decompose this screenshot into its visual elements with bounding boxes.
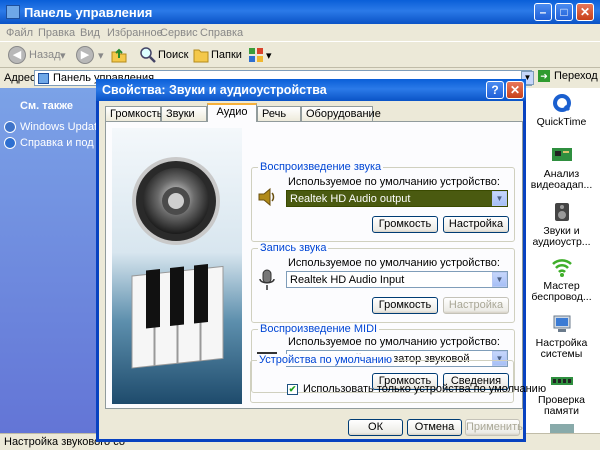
playback-settings-button[interactable]: Настройка bbox=[443, 216, 509, 233]
video-card-icon bbox=[551, 148, 572, 161]
recording-volume-button[interactable]: Громкость bbox=[372, 297, 438, 314]
toolbar: ◀ Назад ▾ ▶ ▾ Поиск Папки ▾ bbox=[0, 42, 600, 68]
dialog-title: Свойства: Звуки и аудиоустройства bbox=[102, 83, 327, 97]
chevron-down-icon[interactable]: ▼ bbox=[492, 272, 507, 287]
search-button[interactable]: Поиск bbox=[158, 49, 188, 61]
defaults-group-title: Устройства по умолчанию bbox=[257, 354, 395, 366]
quicktime-icon bbox=[552, 94, 571, 112]
go-label: Переход bbox=[554, 70, 598, 82]
help-support-link[interactable]: Справка и под bbox=[4, 137, 94, 149]
midi-group-title: Воспроизведение MIDI bbox=[258, 323, 380, 335]
apply-button[interactable]: Применить bbox=[465, 419, 523, 436]
menu-item-view[interactable]: Вид bbox=[80, 27, 100, 39]
wireless-wizard-label: Мастер беспровод... bbox=[531, 280, 592, 303]
minimize-button[interactable]: – bbox=[534, 3, 552, 21]
menu-item-edit[interactable]: Правка bbox=[38, 27, 75, 39]
cancel-button[interactable]: Отмена bbox=[407, 419, 462, 436]
search-icon[interactable] bbox=[139, 46, 157, 64]
use-defaults-label: Использовать только устройства по умолча… bbox=[303, 383, 547, 395]
windows-update-link[interactable]: Windows Updat bbox=[4, 121, 98, 133]
maximize-button[interactable]: □ bbox=[555, 3, 573, 21]
ok-button[interactable]: ОК bbox=[348, 419, 403, 436]
folders-icon[interactable] bbox=[192, 46, 210, 64]
go-button[interactable]: ➜ Переход bbox=[538, 70, 598, 82]
folders-button[interactable]: Папки bbox=[211, 49, 242, 61]
speaker-artwork-icon bbox=[131, 157, 224, 369]
recording-group: Запись звука Используемое по умолчанию у… bbox=[251, 242, 515, 323]
see-also-header: См. также bbox=[20, 100, 73, 112]
help-support-label: Справка и под bbox=[20, 137, 94, 149]
video-adapter-label: Анализ видеоадап... bbox=[530, 168, 593, 191]
recording-device-value: Realtek HD Audio Input bbox=[290, 274, 405, 286]
midi-default-label: Используемое по умолчанию устройство: bbox=[288, 336, 500, 348]
speaker-icon bbox=[554, 203, 569, 221]
chevron-down-icon[interactable]: ▼ bbox=[492, 191, 507, 206]
control-panel-titlebar[interactable]: Панель управления – □ ✕ bbox=[0, 0, 600, 24]
sound-properties-dialog: Свойства: Звуки и аудиоустройства ? ✕ Гр… bbox=[96, 79, 546, 442]
see-also-pane: См. также Windows Updat Справка и под bbox=[0, 88, 100, 433]
back-dropdown-icon[interactable]: ▾ bbox=[60, 49, 66, 62]
dialog-close-button[interactable]: ✕ bbox=[506, 81, 524, 99]
windows-update-label: Windows Updat bbox=[20, 121, 98, 133]
back-arrow-icon[interactable]: ◀ bbox=[8, 46, 26, 64]
playback-group: Воспроизведение звука Используемое по ум… bbox=[251, 161, 515, 242]
menu-item-file[interactable]: Файл bbox=[6, 27, 33, 39]
control-panel-items: QuickTime Анализ видеоадап... Звуки и ау… bbox=[523, 88, 600, 434]
speaker-icon bbox=[258, 187, 275, 207]
memory-check-label: Проверка памяти bbox=[537, 394, 586, 417]
dialog-titlebar[interactable]: Свойства: Звуки и аудиоустройства ? ✕ bbox=[96, 79, 526, 101]
menu-item-favorites[interactable]: Избранное bbox=[107, 27, 163, 39]
sounds-audio-item[interactable]: Звуки и аудиоустр... bbox=[523, 201, 600, 248]
quicktime-item[interactable]: QuickTime bbox=[523, 92, 600, 128]
control-panel-icon bbox=[6, 5, 20, 19]
system-settings-label: Настройка системы bbox=[535, 337, 588, 360]
sounds-audio-label: Звуки и аудиоустр... bbox=[532, 225, 591, 248]
views-icon[interactable] bbox=[247, 46, 265, 64]
help-button[interactable]: ? bbox=[486, 81, 504, 99]
menu-item-help[interactable]: Справка bbox=[200, 27, 243, 39]
wireless-icon bbox=[551, 259, 572, 277]
recording-group-title: Запись звука bbox=[258, 242, 329, 254]
recording-default-label: Используемое по умолчанию устройство: bbox=[288, 257, 500, 269]
wireless-wizard-item[interactable]: Мастер беспровод... bbox=[523, 256, 600, 303]
playback-device-select[interactable]: Realtek HD Audio output ▼ bbox=[286, 190, 508, 207]
playback-volume-button[interactable]: Громкость bbox=[372, 216, 438, 233]
window-title: Панель управления bbox=[24, 5, 153, 20]
go-arrow-icon: ➜ bbox=[538, 70, 550, 82]
system-config-icon bbox=[553, 315, 570, 332]
playback-device-value: Realtek HD Audio output bbox=[290, 193, 411, 205]
tab-sounds[interactable]: Звуки bbox=[161, 106, 207, 122]
views-dropdown-icon[interactable]: ▾ bbox=[266, 49, 272, 62]
folder-up-icon[interactable] bbox=[110, 46, 128, 64]
tab-speech[interactable]: Речь bbox=[257, 106, 301, 122]
video-adapter-item[interactable]: Анализ видеоадап... bbox=[523, 144, 600, 191]
defaults-group: Устройства по умолчанию ✔ Использовать т… bbox=[250, 354, 546, 403]
playback-default-label: Используемое по умолчанию устройство: bbox=[288, 176, 500, 188]
tab-audio[interactable]: Аудио bbox=[207, 103, 257, 122]
tab-volume[interactable]: Громкость bbox=[105, 106, 162, 122]
forward-dropdown-icon[interactable]: ▾ bbox=[98, 49, 104, 62]
control-panel-small-icon bbox=[38, 73, 49, 84]
help-icon bbox=[4, 137, 16, 149]
windows-update-icon bbox=[4, 121, 16, 133]
memory-icon bbox=[550, 377, 573, 385]
recording-device-select[interactable]: Realtek HD Audio Input ▼ bbox=[286, 271, 508, 288]
menu-item-tools[interactable]: Сервис bbox=[160, 27, 198, 39]
use-defaults-checkbox[interactable]: ✔ bbox=[287, 384, 298, 395]
menu-bar: Файл Правка Вид Избранное Сервис Справка bbox=[0, 24, 600, 61]
quicktime-label: QuickTime bbox=[536, 116, 587, 128]
playback-group-title: Воспроизведение звука bbox=[258, 161, 384, 173]
recording-settings-button[interactable]: Настройка bbox=[443, 297, 509, 314]
tab-hardware[interactable]: Оборудование bbox=[301, 106, 381, 122]
system-settings-item[interactable]: Настройка системы bbox=[523, 313, 600, 360]
close-button[interactable]: ✕ bbox=[576, 3, 594, 21]
back-button[interactable]: Назад bbox=[29, 49, 61, 61]
forward-arrow-icon[interactable]: ▶ bbox=[76, 46, 94, 64]
speaker-piano-artwork bbox=[112, 128, 242, 404]
microphone-icon bbox=[259, 269, 275, 290]
